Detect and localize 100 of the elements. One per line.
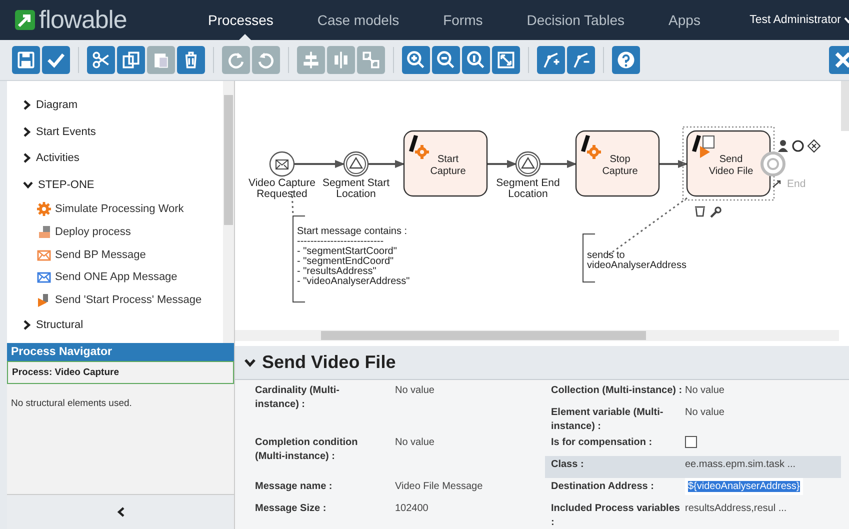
- property-label: Completion condition (Multi-instance) :: [255, 436, 359, 464]
- nav-tab[interactable]: Processes: [194, 0, 296, 40]
- message-start-event[interactable]: [269, 151, 295, 177]
- nav-tab[interactable]: Apps: [646, 0, 722, 40]
- property-label: Is for compensation :: [551, 436, 654, 450]
- palette-item[interactable]: Deploy process: [23, 220, 223, 244]
- add-bendpoint-button[interactable]: [537, 46, 565, 74]
- zoom-actual-button[interactable]: [462, 46, 490, 74]
- property-value[interactable]: No value: [685, 406, 724, 419]
- close-button[interactable]: [829, 46, 849, 74]
- palette-item[interactable]: Send 'Start Process' Message: [23, 288, 223, 312]
- document-play-icon: [38, 294, 48, 308]
- zoom-actual-icon: [465, 49, 487, 71]
- property-value[interactable]: Video File Message: [395, 480, 483, 493]
- palette-group[interactable]: STEP-ONE: [23, 172, 223, 198]
- save-icon: [15, 49, 37, 71]
- scrollbar[interactable]: [841, 81, 849, 131]
- event-label: Segment End Location: [496, 177, 560, 200]
- palette-group[interactable]: Diagram: [23, 92, 223, 118]
- property-row[interactable]: Element variable (Multi-instance) : No value: [545, 404, 841, 434]
- property-row[interactable]: Class : ee.mass.epm.sim.task ...: [545, 456, 841, 478]
- palette-group[interactable]: Start Events: [23, 118, 223, 145]
- same-size-icon: [360, 49, 382, 71]
- property-label: Element variable (Multi-instance) :: [551, 406, 664, 434]
- user-menu[interactable]: Test Administrator: [750, 14, 849, 26]
- input-field[interactable]: ${videoAnalyserAddress}: [685, 478, 803, 495]
- zoom-out-icon: [435, 49, 457, 71]
- zoom-in-icon: [405, 49, 427, 71]
- sequence-flow[interactable]: [294, 160, 345, 168]
- chevron-icon: [23, 153, 31, 164]
- property-row[interactable]: Is for compensation :: [545, 434, 841, 456]
- nav-tab[interactable]: Forms: [421, 0, 505, 40]
- property-label: Collection (Multi-instance) :: [551, 384, 684, 398]
- property-value[interactable]: No value: [395, 384, 434, 397]
- user-task-icon[interactable]: [778, 140, 788, 152]
- gateway-icon[interactable]: [807, 139, 821, 153]
- chevron-icon: [23, 180, 33, 189]
- nav-tab[interactable]: Case models: [295, 0, 422, 40]
- task-label: Stop Capture: [602, 154, 638, 176]
- annotation-text: sends to videoAnalyserAddress: [587, 250, 686, 272]
- panel-title: Process Navigator: [7, 343, 234, 361]
- signal-event[interactable]: [343, 151, 369, 177]
- palette-item[interactable]: Send BP Message: [23, 243, 223, 266]
- zoom-fit-button[interactable]: [492, 46, 520, 74]
- scrollbar[interactable]: [235, 330, 839, 341]
- zoom-fit-icon: [495, 49, 517, 71]
- annotation-text: Start message contains : -------------------------- - "segmentStartCoord" - "segmentEndCoord" - "resultsAddress" - "videoAnalyserAddress": [297, 226, 410, 287]
- property-value[interactable]: resultsAddress,resul ...: [685, 502, 787, 515]
- property-label: Cardinality (Multi-instance) :: [255, 384, 340, 412]
- task-node[interactable]: [403, 130, 488, 197]
- property-label: Message name :: [255, 480, 334, 494]
- property-label: Destination Address :: [551, 480, 655, 494]
- delete-button[interactable]: [177, 46, 205, 74]
- property-row[interactable]: Destination Address : ${videoAnalyserAddress}: [545, 478, 841, 500]
- property-label: Class :: [551, 458, 585, 472]
- task-node[interactable]: [575, 130, 660, 197]
- process-item[interactable]: Process: Video Capture: [7, 361, 234, 384]
- chevron-icon[interactable]: [244, 358, 256, 367]
- service-task-icon: [581, 135, 602, 160]
- help-icon: [615, 49, 637, 71]
- zoom-out-button[interactable]: [432, 46, 460, 74]
- nav-tab[interactable]: Decision Tables: [504, 0, 647, 40]
- save-button[interactable]: [12, 46, 40, 74]
- zoom-in-button[interactable]: [402, 46, 430, 74]
- property-value[interactable]: No value: [395, 436, 434, 449]
- scrollbar[interactable]: [223, 81, 234, 343]
- collapse-icon[interactable]: [116, 507, 124, 517]
- chevron-icon: [23, 100, 31, 110]
- palette-item[interactable]: Send ONE App Message: [23, 266, 223, 289]
- sequence-flow[interactable]: [368, 160, 405, 168]
- help-button[interactable]: [612, 46, 640, 74]
- properties-title: Send Video File: [262, 352, 396, 373]
- remove-bendpoint-button[interactable]: [567, 46, 595, 74]
- send-task-icon: [692, 135, 714, 158]
- palette-item[interactable]: Simulate Processing Work: [23, 198, 223, 221]
- palette-group[interactable]: Structural: [23, 311, 223, 338]
- sequence-flow[interactable]: [540, 160, 577, 168]
- property-row[interactable]: Included Process variables : resultsAddress,resul ...: [545, 500, 841, 528]
- logo-text: flowable: [39, 6, 127, 34]
- property-value[interactable]: ee.mass.epm.sim.task ...: [685, 458, 796, 471]
- delete-icon[interactable]: [694, 206, 706, 217]
- signal-event[interactable]: [515, 151, 541, 177]
- connector-icon[interactable]: [772, 180, 781, 188]
- checkbox[interactable]: [685, 436, 697, 448]
- property-label: Included Process variables :: [551, 502, 681, 529]
- task-label: Start Capture: [430, 154, 466, 176]
- copy-button[interactable]: [117, 46, 145, 74]
- cut-button[interactable]: [87, 46, 115, 74]
- property-value[interactable]: 102400: [395, 502, 428, 515]
- sequence-flow[interactable]: [659, 160, 688, 168]
- palette-group[interactable]: Activities: [23, 145, 223, 172]
- sequence-flow[interactable]: [487, 160, 517, 168]
- property-value[interactable]: No value: [685, 384, 724, 397]
- event-label: Video Capture Requested: [248, 177, 316, 200]
- event-icon[interactable]: [792, 140, 804, 152]
- validate-button[interactable]: [42, 46, 70, 74]
- property-row[interactable]: Collection (Multi-instance) : No value: [545, 382, 841, 404]
- wrench-icon[interactable]: [710, 206, 722, 218]
- chevron-icon: [23, 126, 31, 137]
- chevron-icon: [23, 320, 31, 330]
